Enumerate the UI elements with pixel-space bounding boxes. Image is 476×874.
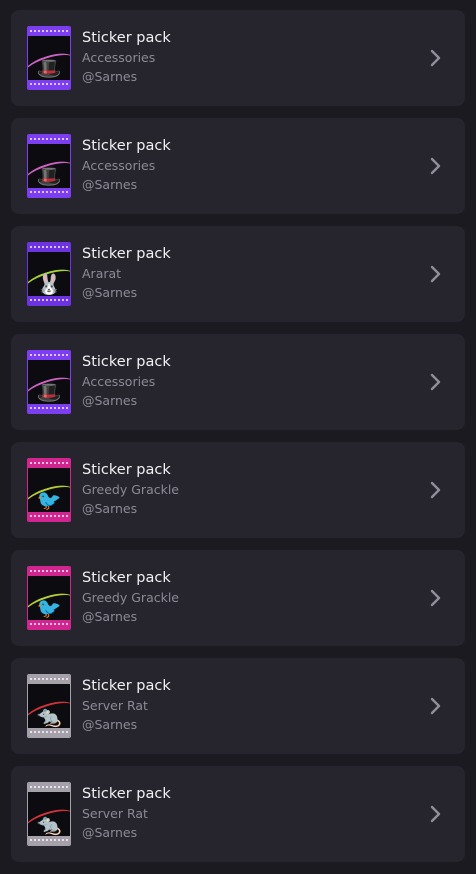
sticker-pack-thumbnail: 🐀	[27, 674, 71, 738]
sticker-pack-item[interactable]: 🐀 Sticker pack Server Rat @Sarnes	[11, 658, 465, 754]
sticker-pack-item[interactable]: 🐀 Sticker pack Server Rat @Sarnes	[11, 766, 465, 862]
sticker-pack-title: Sticker pack	[82, 678, 171, 694]
pack-wrapper-top	[28, 459, 70, 468]
pack-wrapper-bottom	[28, 80, 70, 89]
sticker-pack-title: Sticker pack	[82, 30, 171, 46]
pack-wrapper-top	[28, 675, 70, 684]
sticker-pack-thumbnail: 🐀	[27, 782, 71, 846]
pack-wrapper-top	[28, 351, 70, 360]
sticker-pack-author: @Sarnes	[82, 609, 138, 624]
pack-wrapper-bottom	[28, 728, 70, 737]
sticker-pack-subtitle: Greedy Grackle	[82, 590, 179, 605]
sticker-pack-item[interactable]: 🎩 Sticker pack Accessories @Sarnes	[11, 118, 465, 214]
sticker-pack-list: 🎩 Sticker pack Accessories @Sarnes 🎩 Sti…	[11, 10, 465, 874]
pack-wrapper-bottom	[28, 836, 70, 845]
sticker-pack-thumbnail: 🎩	[27, 350, 71, 414]
sticker-pack-item[interactable]: 🐰 Sticker pack Ararat @Sarnes	[11, 226, 465, 322]
sticker-pack-text: Sticker pack Server Rat @Sarnes	[82, 676, 171, 734]
sticker-pack-author: @Sarnes	[82, 69, 138, 84]
sticker-pack-thumbnail: 🎩	[27, 26, 71, 90]
sticker-pack-author: @Sarnes	[82, 825, 138, 840]
sticker-pack-subtitle: Accessories	[82, 158, 156, 173]
sticker-pack-text: Sticker pack Accessories @Sarnes	[82, 28, 171, 86]
sticker-pack-author: @Sarnes	[82, 393, 138, 408]
sticker-pack-subtitle: Accessories	[82, 50, 156, 65]
pack-wrapper-body: 🎩	[28, 36, 70, 86]
sticker-pack-subtitle: Server Rat	[82, 806, 148, 821]
pack-wrapper-top	[28, 135, 70, 144]
chevron-right-icon[interactable]	[425, 480, 445, 500]
sticker-pack-thumbnail: 🐦	[27, 566, 71, 630]
sticker-pack-item[interactable]: 🎩 Sticker pack Accessories @Sarnes	[11, 334, 465, 430]
pack-wrapper-bottom	[28, 512, 70, 521]
sticker-pack-item[interactable]: 🎩 Sticker pack Accessories @Sarnes	[11, 10, 465, 106]
chevron-right-icon[interactable]	[425, 696, 445, 716]
chevron-right-icon[interactable]	[425, 372, 445, 392]
pack-wrapper-bottom	[28, 188, 70, 197]
sticker-pack-author: @Sarnes	[82, 285, 138, 300]
sticker-pack-item[interactable]: 🐦 Sticker pack Greedy Grackle @Sarnes	[11, 550, 465, 646]
pack-wrapper-top	[28, 783, 70, 792]
sticker-pack-author: @Sarnes	[82, 177, 138, 192]
chevron-right-icon[interactable]	[425, 156, 445, 176]
sticker-pack-text: Sticker pack Ararat @Sarnes	[82, 244, 171, 302]
sticker-pack-title: Sticker pack	[82, 570, 171, 586]
sticker-pack-title: Sticker pack	[82, 138, 171, 154]
sticker-pack-text: Sticker pack Server Rat @Sarnes	[82, 784, 171, 842]
sticker-pack-author: @Sarnes	[82, 717, 138, 732]
sticker-pack-subtitle: Ararat	[82, 266, 122, 281]
pack-wrapper-top	[28, 27, 70, 36]
pack-wrapper-bottom	[28, 296, 70, 305]
pack-wrapper-body: 🐦	[28, 576, 70, 626]
sticker-pack-text: Sticker pack Accessories @Sarnes	[82, 136, 171, 194]
pack-wrapper-bottom	[28, 620, 70, 629]
pack-wrapper-top	[28, 567, 70, 576]
sticker-pack-subtitle: Accessories	[82, 374, 156, 389]
pack-wrapper-body: 🐀	[28, 684, 70, 734]
pack-wrapper-body: 🎩	[28, 360, 70, 410]
sticker-pack-text: Sticker pack Greedy Grackle @Sarnes	[82, 568, 179, 626]
sticker-pack-text: Sticker pack Greedy Grackle @Sarnes	[82, 460, 179, 518]
pack-wrapper-body: 🐀	[28, 792, 70, 842]
sticker-pack-thumbnail: 🐰	[27, 242, 71, 306]
sticker-pack-title: Sticker pack	[82, 786, 171, 802]
chevron-right-icon[interactable]	[425, 48, 445, 68]
chevron-right-icon[interactable]	[425, 804, 445, 824]
sticker-pack-thumbnail: 🐦	[27, 458, 71, 522]
sticker-pack-title: Sticker pack	[82, 246, 171, 262]
sticker-pack-author: @Sarnes	[82, 501, 138, 516]
sticker-pack-subtitle: Greedy Grackle	[82, 482, 179, 497]
sticker-pack-subtitle: Server Rat	[82, 698, 148, 713]
sticker-pack-item[interactable]: 🐦 Sticker pack Greedy Grackle @Sarnes	[11, 442, 465, 538]
sticker-pack-title: Sticker pack	[82, 462, 171, 478]
pack-wrapper-body: 🐦	[28, 468, 70, 518]
pack-wrapper-top	[28, 243, 70, 252]
pack-wrapper-bottom	[28, 404, 70, 413]
pack-wrapper-body: 🎩	[28, 144, 70, 194]
sticker-pack-text: Sticker pack Accessories @Sarnes	[82, 352, 171, 410]
sticker-pack-thumbnail: 🎩	[27, 134, 71, 198]
sticker-pack-title: Sticker pack	[82, 354, 171, 370]
pack-wrapper-body: 🐰	[28, 252, 70, 302]
chevron-right-icon[interactable]	[425, 588, 445, 608]
chevron-right-icon[interactable]	[425, 264, 445, 284]
